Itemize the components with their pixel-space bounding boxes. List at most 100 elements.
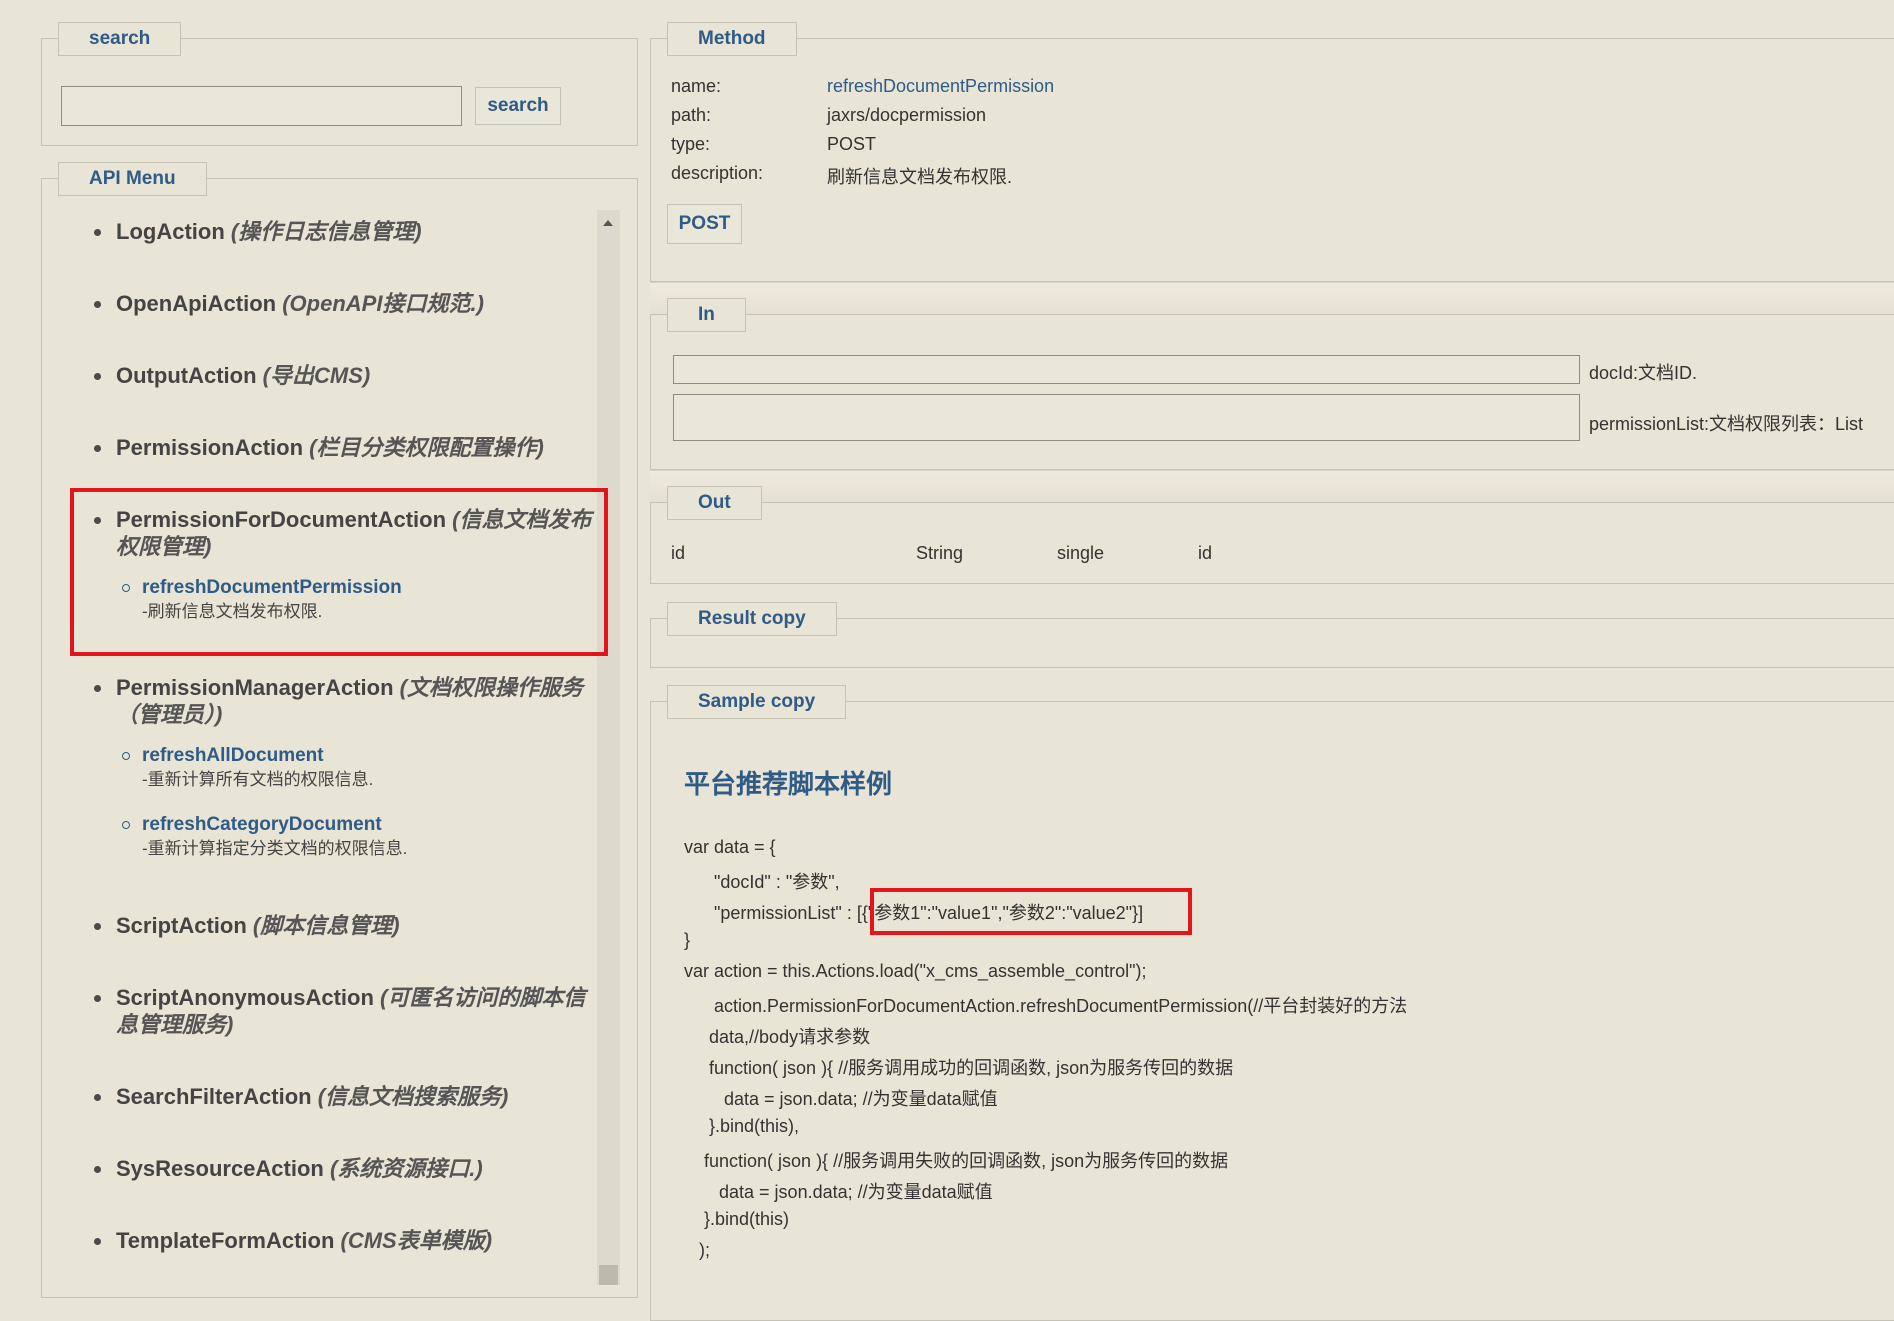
out-type: String — [916, 543, 964, 563]
sub-item-desc: -重新计算指定分类文档的权限信息. — [142, 839, 408, 858]
menu-scrollbar[interactable] — [597, 210, 620, 1285]
method-description-value: 刷新信息文档发布权限. — [827, 167, 1012, 187]
sub-item-refreshcategorydocument[interactable]: refreshCategoryDocument -重新计算指定分类文档的权限信息… — [122, 813, 407, 861]
menu-item-name: OutputAction — [116, 363, 257, 388]
scroll-up-icon[interactable] — [603, 220, 613, 226]
sub-item-name[interactable]: refreshCategoryDocument — [142, 813, 407, 837]
permissionlist-textarea[interactable] — [673, 394, 1580, 441]
bullet-icon — [94, 301, 101, 308]
sample-heading: 平台推荐脚本样例 — [684, 769, 893, 799]
circle-bullet-icon — [122, 752, 130, 760]
bullet-icon — [94, 517, 101, 524]
menu-item-desc: (信息文档搜索服务) — [317, 1084, 509, 1109]
code-line: data = json.data; //为变量data赋值 — [684, 1182, 993, 1202]
method-legend: Method — [667, 22, 797, 56]
sub-item-desc: -重新计算所有文档的权限信息. — [142, 770, 374, 789]
menu-item-permissionmanageraction[interactable]: PermissionManagerAction (文档权限操作服务（管理员）) — [94, 674, 596, 728]
search-input[interactable] — [61, 86, 462, 126]
menu-item-name: PermissionForDocumentAction — [116, 507, 447, 532]
circle-bullet-icon — [122, 584, 130, 592]
search-button[interactable]: search — [475, 87, 561, 125]
code-line: }.bind(this) — [684, 1209, 790, 1229]
scroll-thumb[interactable] — [599, 1265, 618, 1285]
menu-item-name: SysResourceAction — [116, 1156, 324, 1181]
bullet-icon — [94, 923, 101, 930]
out-panel: Out — [650, 486, 1894, 584]
menu-item-desc: (栏目分类权限配置操作) — [309, 435, 544, 460]
menu-item-permissionaction[interactable]: PermissionAction (栏目分类权限配置操作) — [94, 434, 596, 461]
menu-item-outputaction[interactable]: OutputAction (导出CMS) — [94, 362, 596, 389]
sub-item-name[interactable]: refreshDocumentPermission — [142, 576, 402, 600]
out-mode: single — [1057, 543, 1105, 563]
code-line: action.PermissionForDocumentAction.refre… — [684, 996, 1408, 1016]
bullet-icon — [94, 1094, 101, 1101]
code-line: }.bind(this), — [684, 1116, 800, 1136]
bullet-icon — [94, 445, 101, 452]
code-line: function( json ){ //服务调用成功的回调函数, json为服务… — [684, 1058, 1234, 1078]
menu-item-name: ScriptAnonymousAction — [116, 985, 374, 1010]
code-line: ); — [684, 1240, 710, 1260]
out-name: id — [671, 543, 686, 563]
bullet-icon — [94, 1238, 101, 1245]
out-band — [650, 470, 1894, 503]
menu-item-name: LogAction — [116, 219, 225, 244]
method-type-label: type: — [671, 134, 711, 154]
permissionlist-label: permissionList:文档权限列表：List — [1589, 414, 1864, 434]
out-legend: Out — [667, 486, 762, 520]
result-copy-legend[interactable]: Result copy — [667, 602, 837, 636]
menu-item-name: PermissionAction — [116, 435, 304, 460]
menu-item-permissionfordocumentaction[interactable]: PermissionForDocumentAction (信息文档发布权限管理) — [94, 506, 596, 560]
menu-item-scriptaction[interactable]: ScriptAction (脚本信息管理) — [94, 912, 596, 939]
sample-copy-legend[interactable]: Sample copy — [667, 685, 847, 719]
code-line: var action = this.Actions.load("x_cms_as… — [684, 961, 1147, 981]
method-name-value: refreshDocumentPermission — [827, 76, 1055, 96]
api-menu-legend: API Menu — [58, 162, 207, 196]
method-path-value: jaxrs/docpermission — [827, 105, 987, 125]
menu-item-name: ScriptAction — [116, 913, 247, 938]
sub-item-refreshalldocument[interactable]: refreshAllDocument -重新计算所有文档的权限信息. — [122, 744, 373, 792]
bullet-icon — [94, 373, 101, 380]
code-line: data = json.data; //为变量data赋值 — [684, 1089, 998, 1109]
in-panel: In — [650, 298, 1894, 470]
docid-input[interactable] — [673, 355, 1580, 384]
code-line: function( json ){ //服务调用失败的回调函数, json为服务… — [684, 1151, 1229, 1171]
menu-item-desc: (脚本信息管理) — [252, 913, 400, 938]
in-legend: In — [667, 298, 746, 332]
menu-item-sysresourceaction[interactable]: SysResourceAction (系统资源接口.) — [94, 1155, 596, 1182]
in-band — [650, 282, 1894, 315]
bullet-icon — [94, 685, 101, 692]
bullet-icon — [94, 995, 101, 1002]
menu-item-templateformaction[interactable]: TemplateFormAction (CMS表单模版) — [94, 1227, 596, 1254]
sub-item-name[interactable]: refreshAllDocument — [142, 744, 373, 768]
menu-item-logaction[interactable]: LogAction (操作日志信息管理) — [94, 218, 596, 245]
menu-item-name: OpenApiAction — [116, 291, 277, 316]
sub-item-desc: -刷新信息文档发布权限. — [142, 602, 323, 621]
menu-item-desc: (CMS表单模版) — [340, 1228, 493, 1253]
bullet-icon — [94, 229, 101, 236]
sub-item-refreshdocumentpermission[interactable]: refreshDocumentPermission -刷新信息文档发布权限. — [122, 576, 402, 624]
search-panel: search search — [41, 22, 638, 146]
menu-item-searchfilteraction[interactable]: SearchFilterAction (信息文档搜索服务) — [94, 1083, 596, 1110]
menu-item-desc: (系统资源接口.) — [329, 1156, 483, 1181]
post-button[interactable]: POST — [667, 204, 742, 244]
method-panel: Method — [650, 22, 1894, 282]
circle-bullet-icon — [122, 821, 130, 829]
menu-item-desc: (OpenAPI接口规范.) — [282, 291, 484, 316]
bullet-icon — [94, 1166, 101, 1173]
menu-item-scriptanonymousaction[interactable]: ScriptAnonymousAction (可匿名访问的脚本信息管理服务) — [94, 984, 596, 1038]
menu-item-name: PermissionManagerAction — [116, 675, 394, 700]
menu-item-desc: (导出CMS) — [262, 363, 371, 388]
method-description-label: description: — [671, 163, 764, 183]
out-desc: id — [1198, 543, 1213, 563]
result-panel: Result copy — [650, 602, 1894, 668]
menu-item-name: SearchFilterAction — [116, 1084, 312, 1109]
code-line: data,//body请求参数 — [684, 1027, 871, 1047]
api-menu-panel: API Menu — [41, 162, 638, 1298]
code-line: var data = { — [684, 837, 776, 857]
search-legend: search — [58, 22, 182, 56]
menu-item-name: TemplateFormAction — [116, 1228, 335, 1253]
docid-label: docId:文档ID. — [1589, 363, 1698, 383]
code-line: } — [684, 930, 691, 950]
menu-item-openapiaction[interactable]: OpenApiAction (OpenAPI接口规范.) — [94, 290, 596, 317]
code-line: "docId" : "参数", — [684, 872, 840, 892]
